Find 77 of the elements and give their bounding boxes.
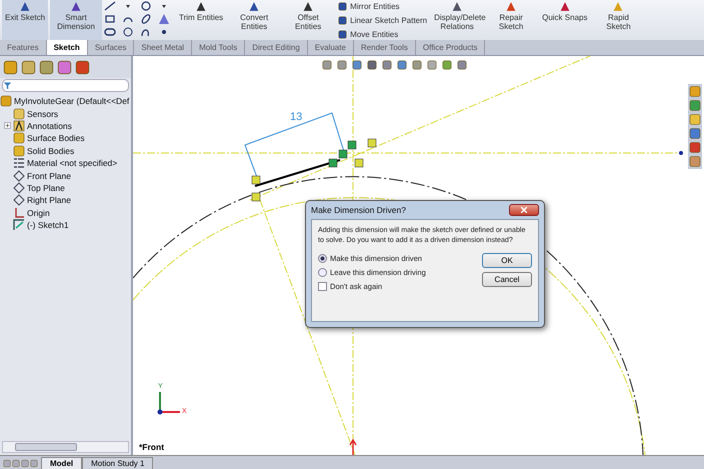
tree-item[interactable]: Top Plane [27, 182, 65, 193]
toolbar-button[interactable]: Move Entities [338, 28, 428, 40]
tool-icon [450, 0, 464, 13]
rectangle-icon [104, 13, 116, 25]
sketch-icon [13, 219, 25, 232]
dialog-button[interactable]: OK [482, 253, 532, 268]
close-button[interactable] [509, 204, 539, 216]
toolbar-button[interactable]: Offset Entities [282, 0, 334, 40]
task-pane-icon [689, 127, 701, 140]
task-pane-icon [689, 113, 701, 126]
task-pane-icon [689, 141, 701, 154]
ellipse-icon [140, 13, 152, 25]
task-pane-icon [689, 85, 701, 98]
tree-item[interactable]: MyInvoluteGear (Default<<Def [14, 96, 130, 106]
toolbar-button[interactable]: Quick Snaps [539, 0, 590, 40]
endpoint-dot [679, 151, 683, 155]
task-pane-icon [689, 99, 701, 112]
filter-field[interactable] [2, 79, 129, 92]
origin-icon [13, 206, 25, 219]
material-icon [13, 157, 25, 170]
toolbar-button[interactable]: Exit Sketch [2, 0, 48, 40]
tree-item[interactable]: Right Plane [27, 195, 71, 206]
toolbar-button[interactable]: Linear Sketch Pattern [338, 14, 428, 26]
tree-item[interactable]: Solid Bodies [27, 146, 74, 156]
tool-icon [194, 0, 208, 13]
tool-icon [504, 0, 518, 13]
tool-icon [247, 0, 262, 13]
tool-icon [611, 0, 626, 13]
toolbar-button[interactable]: Smart Dimension [50, 0, 102, 40]
expand-icon[interactable] [4, 122, 11, 130]
dialog-title: Make Dimension Driven? [311, 205, 406, 215]
tool-icon [301, 0, 316, 13]
circle-icon [140, 0, 152, 12]
radio-button[interactable] [318, 268, 327, 277]
tree-item[interactable]: (-) Sketch1 [27, 220, 69, 230]
tool-icon [558, 0, 572, 13]
pane-tab-icon [57, 60, 72, 74]
view-label: *Front [139, 442, 164, 452]
tree-item[interactable]: Surface Bodies [27, 133, 85, 144]
command-tab[interactable]: Sketch [46, 40, 88, 55]
toolbar-button[interactable]: Convert Entities [228, 0, 280, 40]
close-icon [521, 207, 527, 213]
pane-tab-icon [75, 60, 90, 74]
bottom-tab[interactable]: Motion Study 1 [82, 457, 154, 469]
pane-tab-icon [3, 60, 18, 74]
radio-button[interactable] [318, 254, 327, 263]
origin-arrow [349, 438, 357, 455]
triangle-icon [158, 13, 170, 25]
tree-item[interactable]: Sensors [27, 108, 58, 119]
polygon-icon [122, 26, 134, 38]
filter-icon [3, 81, 12, 90]
annotation-icon [13, 120, 25, 132]
tree-item[interactable]: Front Plane [27, 170, 71, 181]
checkbox[interactable] [318, 282, 327, 291]
line-icon [104, 0, 116, 12]
tool-icon [69, 0, 84, 13]
task-pane-icon [689, 155, 701, 168]
plane-icon [13, 194, 25, 206]
pane-tab-icon [21, 60, 36, 74]
relation-glyph [368, 138, 376, 148]
tool-icon [18, 0, 32, 13]
tree-item[interactable]: Material <not specified> [27, 158, 118, 168]
pane-tab-icon [39, 60, 54, 74]
toolbar-button[interactable]: Rapid Sketch [592, 0, 644, 40]
tree-item[interactable]: Annotations [27, 120, 72, 131]
slot-icon [104, 26, 116, 38]
horizontal-scrollbar[interactable] [2, 441, 129, 453]
dialog-button[interactable]: Cancel [482, 272, 532, 287]
plane-icon [13, 170, 25, 182]
toolbar-button[interactable]: Display/Delete Relations [431, 0, 484, 40]
axis-triad-drawing [158, 392, 180, 414]
bottom-tab[interactable]: Model [41, 457, 82, 469]
toolbar-button[interactable]: Trim Entities [176, 0, 226, 40]
plane-icon [13, 182, 25, 194]
tree-item[interactable]: Origin [27, 208, 50, 218]
toolbar-button[interactable]: Mirror Entities [338, 0, 428, 12]
toolbar-button[interactable]: Repair Sketch [485, 0, 538, 40]
